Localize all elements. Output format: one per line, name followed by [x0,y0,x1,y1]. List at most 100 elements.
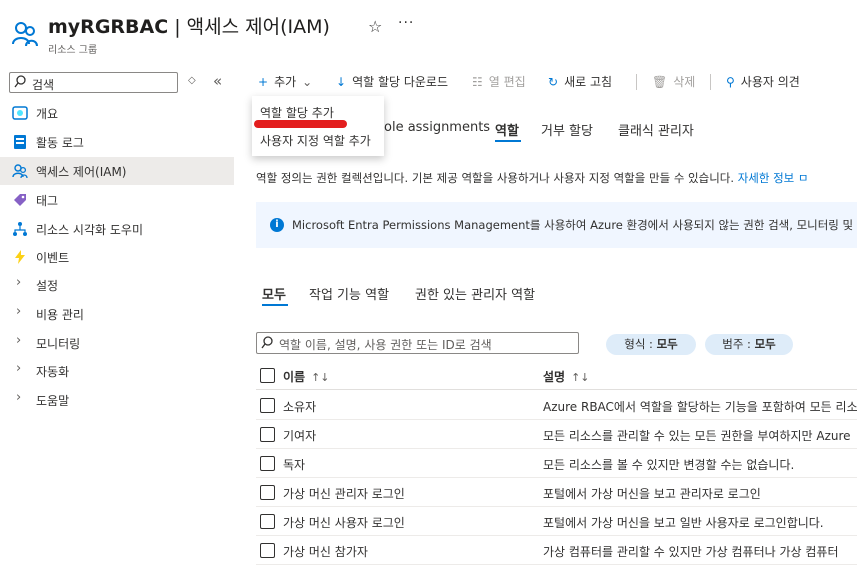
description-header-label: 설명 [543,370,566,384]
feedback-button[interactable]: ⚲ 사용자 의견 [726,73,800,90]
sidebar-search-input[interactable]: 검색 [9,72,178,93]
row-checkbox[interactable] [260,398,275,413]
chevron-right-icon: › [16,275,22,290]
overview-icon [12,106,28,120]
sidebar-item-monitoring[interactable]: › 모니터링 [0,329,234,357]
tab-classic-administrators[interactable]: 클래식 관리자 [618,120,694,139]
tab-role-assignments[interactable]: ole assignments [384,120,490,135]
highlight-annotation [254,120,347,128]
menu-item-add-custom-role[interactable]: 사용자 지정 역할 추가 [260,132,371,149]
page-name: 액세스 제어(IAM) [186,16,330,38]
subtab-job-function-roles[interactable]: 작업 기능 역할 [309,284,389,303]
command-bar: + 추가 ⌄ ↓ 역할 할당 다운로드 ☷ 열 편집 ↻ 새로 고침 🗑 삭제 ⚲ 사용자 의… [250,68,857,96]
delete-button[interactable]: 🗑 삭제 [652,73,695,90]
sidebar-item-settings[interactable]: › 설정 [0,271,234,299]
category-filter-pill[interactable]: 범주 : 모두 [705,334,793,355]
category-filter-value: 모두 [754,337,776,351]
delete-label: 삭제 [673,75,696,89]
sidebar-item-cost-management[interactable]: › 비용 관리 [0,300,234,328]
search-icon [261,336,273,349]
role-name[interactable]: 가상 머신 참가자 [283,543,368,560]
page-header: myRGRBAC | 액세스 제어(IAM) 리소스 그룹 ☆ ··· [0,0,857,62]
sidebar-item-label: 리소스 시각화 도우미 [36,223,143,237]
row-checkbox[interactable] [260,514,275,529]
description-text: 역할 정의는 권한 컬렉션입니다. 기본 제공 역할을 사용하거나 사용자 지정… [256,171,738,185]
row-checkbox[interactable] [260,456,275,471]
chevron-right-icon: › [16,361,22,376]
plus-icon: + [258,75,269,89]
sidebar-item-label: 이벤트 [36,251,70,265]
role-name[interactable]: 기여자 [283,427,316,444]
chevron-down-icon: ⌄ [302,75,313,89]
chevron-right-icon: › [16,304,22,319]
role-description: 포털에서 가상 머신을 보고 일반 사용자로 로그인합니다. [543,516,824,530]
favorite-star-icon[interactable]: ☆ [368,17,382,36]
download-role-assignments-button[interactable]: ↓ 역할 할당 다운로드 [336,73,448,90]
collapse-sidebar-icon[interactable]: « [213,72,222,90]
role-name[interactable]: 소유자 [283,398,316,415]
select-all-checkbox[interactable] [260,368,275,383]
refresh-icon: ↻ [548,75,559,89]
sidebar-item-label: 비용 관리 [36,308,84,322]
sidebar-item-help[interactable]: › 도움말 [0,386,234,414]
role-description: 모든 리소스를 볼 수 있지만 변경할 수는 없습니다. [543,458,795,472]
table-row[interactable]: 가상 머신 사용자 로그인 포털에서 가상 머신을 보고 일반 사용자로 로그인… [256,507,857,536]
subtab-privileged-admin-roles[interactable]: 권한 있는 관리자 역할 [415,284,535,303]
row-checkbox[interactable] [260,485,275,500]
table-row[interactable]: 소유자 Azure RBAC에서 역할을 할당하는 기능을 포함하여 모든 리소… [256,391,857,420]
role-description: 가상 컴퓨터를 관리할 수 있지만 가상 컴퓨터나 가상 컴퓨터 [543,545,839,559]
sidebar-item-label: 활동 로그 [36,136,84,150]
role-search-placeholder: 역할 이름, 설명, 사용 권한 또는 ID로 검색 [279,338,492,352]
add-button[interactable]: + 추가 ⌄ [258,73,312,90]
row-checkbox[interactable] [260,543,275,558]
role-description: 모든 리소스를 관리할 수 있는 모든 권한을 부여하지만 Azure [543,429,851,443]
learn-more-link[interactable]: 자세한 정보 ㅁ [738,171,809,185]
sidebar-item-events[interactable]: 이벤트 [0,243,234,271]
sidebar-search-placeholder: 검색 [32,78,55,92]
sidebar-item-overview[interactable]: 개요 [0,99,234,127]
subtab-all[interactable]: 모두 [262,284,286,303]
column-header-name[interactable]: 이름 ↑↓ [283,368,330,385]
menu-item-add-role-assignment[interactable]: 역할 할당 추가 [260,104,334,121]
more-options-icon[interactable]: ··· [398,15,414,31]
sidebar-item-resource-visualizer[interactable]: 리소스 시각화 도우미 [0,215,234,243]
trash-icon: 🗑 [652,75,668,89]
type-filter-pill[interactable]: 형식 : 모두 [606,334,696,355]
columns-icon: ☷ [472,75,483,89]
title-separator: | [168,16,187,38]
chevron-right-icon: › [16,390,22,405]
visualizer-icon [13,222,27,236]
role-name[interactable]: 가상 머신 사용자 로그인 [283,514,405,531]
info-banner: i Microsoft Entra Permissions Management… [256,202,857,248]
role-search-input[interactable]: 역할 이름, 설명, 사용 권한 또는 ID로 검색 [256,332,579,354]
tab-roles[interactable]: 역할 [495,120,519,139]
role-name[interactable]: 가상 머신 관리자 로그인 [283,485,405,502]
sidebar-item-activity-log[interactable]: 활동 로그 [0,128,234,156]
role-name[interactable]: 독자 [283,456,305,473]
users-icon [12,22,38,47]
search-icon [14,75,26,88]
expand-collapse-icon[interactable]: ◇ [188,75,196,86]
tab-deny-assignments[interactable]: 거부 할당 [541,120,593,139]
table-row[interactable]: 가상 머신 참가자 가상 컴퓨터를 관리할 수 있지만 가상 컴퓨터나 가상 컴… [256,536,857,565]
role-description: 포털에서 가상 머신을 보고 관리자로 로그인 [543,487,761,501]
activity-log-icon [14,135,26,149]
edit-columns-button[interactable]: ☷ 열 편집 [472,73,526,90]
sort-icon: ↑↓ [571,371,590,384]
table-row[interactable]: 가상 머신 관리자 로그인 포털에서 가상 머신을 보고 관리자로 로그인 [256,478,857,507]
name-header-label: 이름 [283,370,306,384]
add-label: 추가 [274,75,297,89]
column-header-description[interactable]: 설명 ↑↓ [543,368,857,385]
sidebar-item-automation[interactable]: › 자동화 [0,357,234,385]
table-row[interactable]: 독자 모든 리소스를 볼 수 있지만 변경할 수는 없습니다. [256,449,857,478]
roles-description: 역할 정의는 권한 컬렉션입니다. 기본 제공 역할을 사용하거나 사용자 지정… [256,170,808,186]
sidebar-item-iam[interactable]: 액세스 제어(IAM) [0,157,234,185]
toolbar-divider [636,74,637,90]
table-row[interactable]: 기여자 모든 리소스를 관리할 수 있는 모든 권한을 부여하지만 Azure [256,420,857,449]
toolbar-divider [710,74,711,90]
refresh-button[interactable]: ↻ 새로 고침 [548,73,612,90]
lightning-icon [15,250,25,264]
table-header-row: 이름 ↑↓ 설명 ↑↓ [256,361,857,390]
row-checkbox[interactable] [260,427,275,442]
sidebar-item-tags[interactable]: 태그 [0,186,234,214]
